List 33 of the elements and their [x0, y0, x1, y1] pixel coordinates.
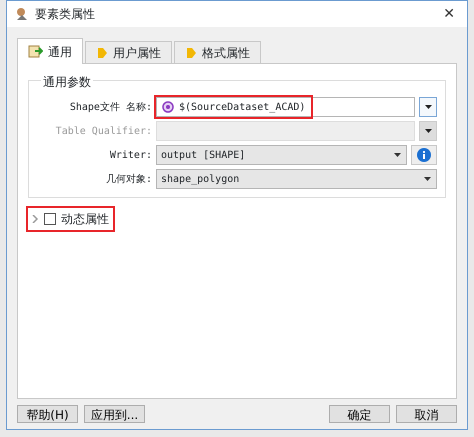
field-label: Writer: — [108, 148, 152, 162]
dialog-button[interactable]: 应用到... — [84, 405, 145, 423]
tab[interactable]: 用户属性 — [85, 41, 172, 63]
field-label: Table Qualifier: — [54, 124, 152, 138]
dropdown-field[interactable]: output [SHAPE] — [156, 145, 407, 165]
dropdown-field[interactable]: shape_polygon — [156, 169, 437, 189]
info-button[interactable] — [411, 145, 437, 165]
document-arrow-icon — [28, 44, 43, 59]
tag-icon — [185, 46, 197, 60]
dialog-button[interactable]: 帮助(H) — [17, 405, 78, 423]
tab[interactable]: 通用 — [17, 38, 83, 64]
group-title: 通用参数 — [41, 73, 93, 91]
info-icon — [417, 148, 431, 162]
tab[interactable]: 格式属性 — [174, 41, 261, 63]
app-icon — [15, 7, 29, 21]
tag-icon — [96, 46, 108, 60]
dialog-button[interactable]: 取消 — [396, 405, 457, 423]
close-button[interactable]: ✕ — [439, 4, 459, 24]
checkbox[interactable] — [44, 213, 56, 225]
caret-icon — [424, 103, 432, 111]
field-label: 几何对象: — [104, 172, 152, 186]
dropdown-button[interactable] — [419, 97, 437, 117]
dynamic-attributes-toggle[interactable]: 动态属性 — [28, 208, 113, 230]
caret-icon — [424, 127, 432, 135]
field-label: Shape文件 名称: — [68, 100, 152, 114]
dialog-button[interactable]: 确定 — [329, 405, 390, 423]
gear-icon — [161, 100, 175, 114]
caret-icon — [423, 175, 432, 183]
dropdown-button[interactable] — [419, 121, 437, 141]
input-field[interactable]: $(SourceDataset_ACAD) — [156, 97, 415, 117]
caret-icon — [393, 151, 402, 159]
checkbox-label: 动态属性 — [61, 211, 109, 228]
window-title: 要素类属性 — [35, 6, 96, 23]
